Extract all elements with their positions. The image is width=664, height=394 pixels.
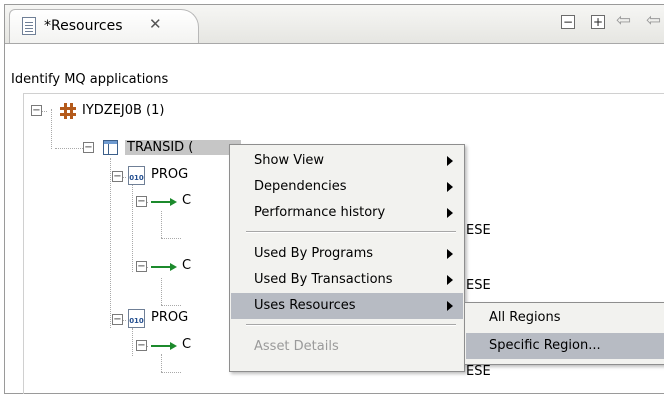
menu-item-specific-region[interactable]: Specific Region... (466, 333, 664, 359)
tree-item-call[interactable]: C (182, 193, 191, 208)
transaction-icon (103, 140, 118, 155)
menu-item-performance-history[interactable]: Performance history (231, 200, 463, 226)
tree-item-transaction[interactable]: TRANSID ( (125, 140, 241, 155)
tree-guide-line (161, 372, 181, 373)
collapse-toggle[interactable]: − (31, 105, 42, 116)
context-menu: Show View Dependencies Performance histo… (229, 144, 465, 372)
tree-guide-line (132, 328, 133, 356)
tree-item-text-fragment: ESE (466, 278, 491, 293)
tree-guide-line (132, 184, 133, 272)
program-icon: 010 (128, 166, 145, 185)
tree-item-text-fragment: ESE (466, 364, 491, 379)
collapse-toggle[interactable]: − (136, 340, 147, 351)
tree-guide-line (110, 158, 111, 328)
menu-separator (246, 231, 456, 233)
menu-item-label: All Regions (489, 310, 561, 325)
submenu-arrow-icon (447, 249, 453, 259)
submenu-arrow-icon (447, 275, 453, 285)
tab-resources[interactable]: *Resources ✕ (9, 9, 199, 43)
menu-item-used-by-programs[interactable]: Used By Programs (231, 241, 463, 267)
back-arrow-icon[interactable]: ⇦ (616, 10, 631, 31)
tree-guide-line (161, 354, 162, 372)
tree-item-program[interactable]: PROG (151, 167, 188, 182)
menu-item-show-view[interactable]: Show View (231, 148, 463, 174)
tree-item-call[interactable]: C (182, 258, 191, 273)
tree-item-text-fragment: ESE (466, 223, 491, 238)
collapse-toggle[interactable]: − (83, 142, 94, 153)
tree-guide-line (161, 305, 181, 306)
tree-guide-line (161, 238, 181, 239)
expand-all-icon[interactable]: + (591, 15, 605, 29)
menu-item-label: Show View (254, 153, 325, 168)
menu-item-label: Used By Programs (254, 246, 374, 261)
forward-arrow-icon[interactable]: ⇦ (646, 10, 661, 31)
menu-item-label: Specific Region... (489, 338, 601, 353)
menu-separator (246, 324, 456, 326)
tree-guide-line (161, 278, 162, 305)
collapse-toggle[interactable]: − (136, 196, 147, 207)
collapse-toggle[interactable]: − (112, 171, 123, 182)
tree-guide-line (161, 211, 162, 238)
menu-item-label: Dependencies (254, 179, 347, 194)
tree-item-call[interactable]: C (182, 337, 191, 352)
call-arrow-icon (151, 341, 177, 351)
tab-title: *Resources (44, 18, 123, 34)
close-icon[interactable]: ✕ (149, 15, 162, 33)
program-icon: 010 (128, 309, 145, 328)
region-icon (60, 103, 76, 119)
submenu-arrow-icon (447, 301, 453, 311)
menu-item-all-regions[interactable]: All Regions (466, 305, 664, 331)
call-arrow-icon (151, 197, 177, 207)
view-description: Identify MQ applications (11, 72, 169, 87)
call-arrow-icon (151, 262, 177, 272)
submenu-arrow-icon (447, 182, 453, 192)
menu-item-asset-details[interactable]: Asset Details (231, 334, 463, 360)
tree-guide-line (51, 109, 52, 149)
collapse-all-icon[interactable]: − (561, 15, 575, 29)
menu-item-label: Asset Details (254, 339, 339, 354)
submenu-arrow-icon (447, 156, 453, 166)
menu-item-label: Used By Transactions (254, 272, 393, 287)
collapse-toggle[interactable]: − (136, 261, 147, 272)
tree-item-region[interactable]: IYDZEJ0B (1) (82, 103, 164, 118)
collapse-toggle[interactable]: − (112, 314, 123, 325)
menu-item-used-by-transactions[interactable]: Used By Transactions (231, 267, 463, 293)
tree-item-program[interactable]: PROG (151, 310, 188, 325)
menu-item-uses-resources[interactable]: Uses Resources (231, 293, 463, 319)
menu-item-label: Performance history (254, 205, 386, 220)
document-icon (22, 17, 36, 35)
tab-bar: *Resources ✕ − + ⇦ ⇦ (5, 5, 664, 44)
submenu-arrow-icon (447, 208, 453, 218)
resources-view: *Resources ✕ − + ⇦ ⇦ Identify MQ applica… (4, 4, 664, 394)
menu-item-dependencies[interactable]: Dependencies (231, 174, 463, 200)
menu-item-label: Uses Resources (254, 298, 356, 313)
uses-resources-submenu: All Regions Specific Region... (464, 302, 664, 365)
